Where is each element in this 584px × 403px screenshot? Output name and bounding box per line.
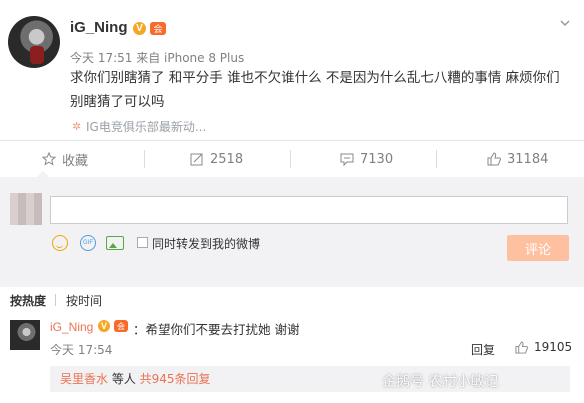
comment-icon xyxy=(340,153,354,166)
divider xyxy=(0,140,584,141)
thumbs-up-icon xyxy=(515,340,528,354)
divider xyxy=(436,150,437,168)
watermark: 企鹅号 农村小敏记 xyxy=(382,374,499,390)
favorite-label: 收藏 xyxy=(62,153,89,169)
repost-icon xyxy=(190,153,203,166)
topic-link[interactable]: ✲ IG电竞俱乐部最新动... xyxy=(72,118,206,135)
thumbs-up-icon xyxy=(487,152,501,166)
sub-reply-middle: 等人 xyxy=(108,372,140,386)
sub-reply-user[interactable]: 吴里香水 xyxy=(60,372,108,386)
comment-count: 7130 xyxy=(360,151,394,167)
favorite-button[interactable]: 收藏 xyxy=(42,150,89,169)
viewer-avatar xyxy=(10,193,42,225)
forward-label: 同时转发到我的微博 xyxy=(152,237,261,251)
divider xyxy=(290,150,291,168)
reply-button[interactable]: 回复 xyxy=(471,341,495,358)
like-button[interactable]: 31184 xyxy=(487,150,548,168)
gif-icon[interactable]: GIF xyxy=(80,235,96,251)
star-icon xyxy=(42,152,56,166)
post-content: 求你们别瞎猜了 和平分手 谁也不欠谁什么 不是因为什么乱七八糟的事情 麻烦你们别… xyxy=(70,70,560,110)
verified-badge-icon: V xyxy=(98,320,110,332)
divider xyxy=(144,150,145,168)
member-badge-icon: 会 xyxy=(150,22,166,35)
forward-checkbox[interactable] xyxy=(137,237,148,248)
reply-like-button[interactable]: 19105 xyxy=(515,340,572,354)
comment-input[interactable] xyxy=(50,196,568,224)
sparkle-icon: ✲ xyxy=(72,119,82,133)
chevron-down-icon[interactable] xyxy=(560,18,570,28)
like-count: 31184 xyxy=(507,151,549,167)
submit-comment-button[interactable]: 评论 xyxy=(507,235,569,261)
reply-username[interactable]: iG_Ning xyxy=(50,320,93,334)
image-icon[interactable] xyxy=(106,236,124,250)
reply-avatar[interactable] xyxy=(10,320,40,350)
comment-panel xyxy=(0,177,584,287)
member-badge-icon: 会 xyxy=(114,320,128,332)
author-avatar[interactable] xyxy=(8,16,60,68)
sort-by-time[interactable]: 按时间 xyxy=(66,292,102,309)
reply-text: ：希望你们不要去打扰她 谢谢 xyxy=(133,322,300,337)
verified-badge-icon: V xyxy=(133,22,146,35)
repost-button[interactable]: 2518 xyxy=(190,150,243,168)
author-username[interactable]: iG_Ning xyxy=(70,19,128,36)
reply-like-count: 19105 xyxy=(534,340,573,354)
repost-count: 2518 xyxy=(210,151,244,167)
post-meta: 今天 17:51 来自 iPhone 8 Plus xyxy=(70,51,245,65)
emoji-icon[interactable] xyxy=(52,235,68,251)
sub-reply-count[interactable]: 共945条回复 xyxy=(140,372,211,386)
topic-label: IG电竞俱乐部最新动... xyxy=(86,120,207,134)
sort-by-hot[interactable]: 按热度 xyxy=(10,292,46,309)
divider xyxy=(55,294,56,306)
comment-button[interactable]: 7130 xyxy=(340,150,393,168)
reply-time: 今天 17:54 xyxy=(50,343,113,357)
